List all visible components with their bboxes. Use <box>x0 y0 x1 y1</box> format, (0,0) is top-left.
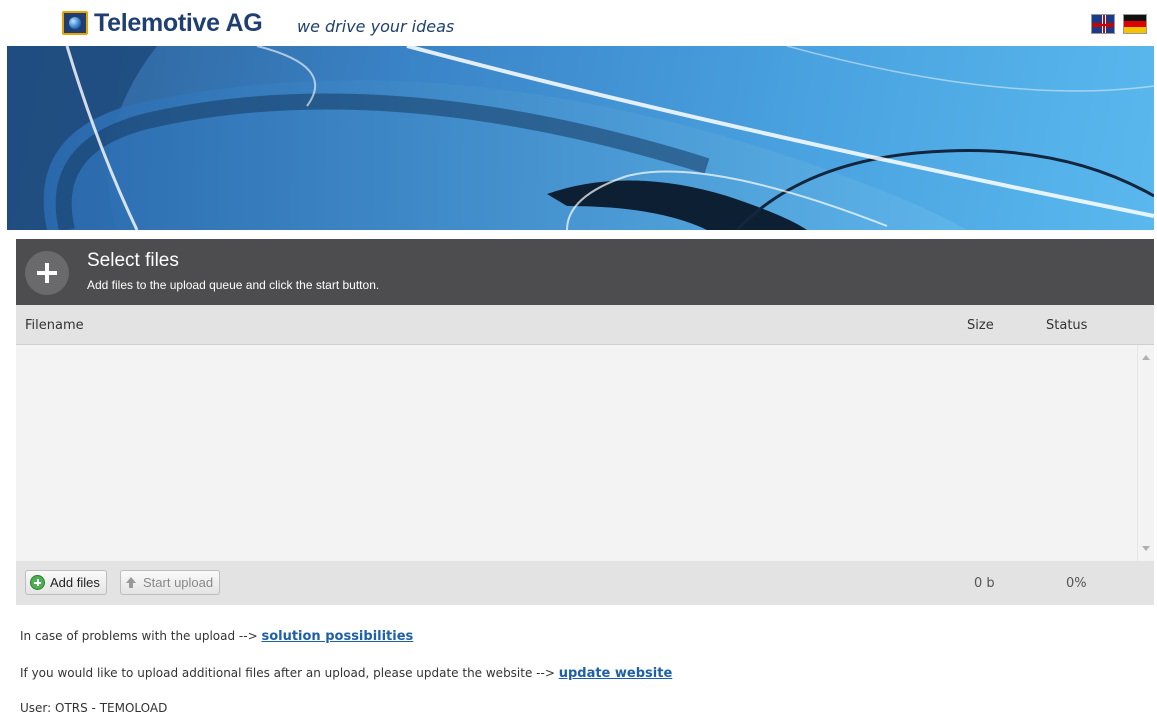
start-upload-label: Start upload <box>143 575 214 590</box>
brand-name: Telemotive AG <box>94 8 263 37</box>
uk-flag-icon[interactable] <box>1091 14 1115 34</box>
uploader-footer: Add files Start upload 0 b 0% <box>16 561 1154 605</box>
scroll-down-icon[interactable] <box>1142 546 1150 551</box>
file-list-header: Filename Size Status <box>16 305 1154 345</box>
file-list-scrollbar[interactable] <box>1137 345 1154 561</box>
column-filename: Filename <box>25 318 84 333</box>
solution-possibilities-link[interactable]: solution possibilities <box>261 629 413 644</box>
language-switcher <box>1091 14 1147 34</box>
logo: Telemotive AG <box>62 8 263 37</box>
plus-icon <box>25 251 69 295</box>
total-size: 0 b <box>974 576 995 591</box>
column-status: Status <box>1046 318 1088 333</box>
tagline: we drive your ideas <box>297 17 455 36</box>
column-size: Size <box>967 318 994 333</box>
header-banner <box>7 46 1154 230</box>
file-uploader: Select files Add files to the upload que… <box>16 239 1154 605</box>
user-info: User: OTRS - TEMOLOAD <box>20 701 168 715</box>
total-percent: 0% <box>1066 576 1087 591</box>
update-text: If you would like to upload additional f… <box>20 666 559 680</box>
telemotive-logo-icon <box>62 11 88 35</box>
plus-circle-icon <box>30 575 45 590</box>
uploader-header: Select files Add files to the upload que… <box>16 239 1154 305</box>
add-files-button[interactable]: Add files <box>25 570 107 595</box>
uploader-title: Select files <box>87 250 179 271</box>
scroll-up-icon[interactable] <box>1142 355 1150 360</box>
file-list[interactable] <box>16 345 1154 561</box>
german-flag-icon[interactable] <box>1123 14 1147 34</box>
start-upload-button[interactable]: Start upload <box>120 570 221 595</box>
update-info: If you would like to upload additional f… <box>20 666 672 681</box>
banner-graphic <box>7 46 1154 230</box>
problems-info: In case of problems with the upload --> … <box>20 629 413 644</box>
add-files-label: Add files <box>50 575 100 590</box>
uploader-subtitle: Add files to the upload queue and click … <box>87 278 380 292</box>
update-website-link[interactable]: update website <box>559 666 673 681</box>
page-header: Telemotive AG we drive your ideas <box>0 0 1157 46</box>
arrow-up-icon <box>125 576 137 589</box>
problems-text: In case of problems with the upload --> <box>20 629 262 643</box>
